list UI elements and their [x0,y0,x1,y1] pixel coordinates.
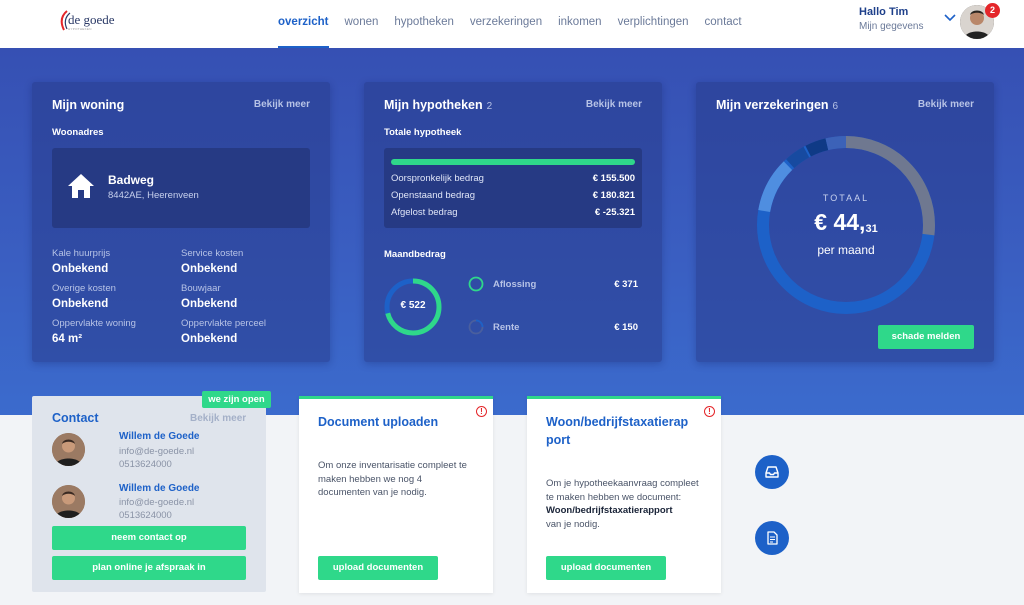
contact-person-name[interactable]: Willem de Goede [119,483,199,494]
verzekeringen-title: Mijn verzekeringen 6 [716,98,839,112]
nav-contact[interactable]: contact [697,0,750,48]
notification-badge[interactable]: 2 [985,3,1000,18]
nav-inkomen[interactable]: inkomen [550,0,609,48]
prop-label: Kale huurprijs [52,248,111,259]
user-greeting[interactable]: Hallo Tim [859,6,939,18]
prop-label: Overige kosten [52,283,116,294]
nav-verzekeringen[interactable]: verzekeringen [462,0,550,48]
prop-value: Onbekend [181,263,238,275]
contact-person-name[interactable]: Willem de Goede [119,431,199,442]
verzekeringen-more-link[interactable]: Bekijk meer [918,99,974,110]
logo-text: de goede [68,12,115,27]
prop-value: Onbekend [52,298,109,310]
legend-aflossing-value: € 371 [614,279,638,290]
main-nav: overzicht wonen hypotheken verzekeringen… [270,0,750,48]
taxatie-card: ! Woon/bedrijfstaxatierap port Om je hyp… [527,396,721,593]
address-street: Badweg [108,173,155,187]
top-navigation: de goede HYPOTHEKEN overzicht wonen hypo… [0,0,1024,48]
contact-person-email[interactable]: info@de-goede.nl [119,446,194,457]
mortgage-summary-box: Oorspronkelijk bedrag € 155.500 Openstaa… [384,148,642,228]
woning-card: Mijn woning Bekijk meer Woonadres Badweg… [32,82,330,362]
address-box: Badweg 8442AE, Heerenveen [52,148,310,228]
contact-more-link[interactable]: Bekijk meer [190,413,246,424]
mortgage-row-label: Afgelost bedrag [391,207,458,218]
total-period: per maand [817,243,875,257]
woning-title: Mijn woning [52,98,125,112]
prop-label: Oppervlakte perceel [181,318,267,329]
mortgage-row-value: € 180.821 [592,190,635,201]
prop-label: Oppervlakte woning [52,318,136,329]
my-details-link[interactable]: Mijn gegevens [859,21,939,32]
aflossing-ring-icon [468,276,484,292]
house-icon [68,174,94,198]
nav-verplichtingen[interactable]: verplichtingen [610,0,697,48]
total-cents: 31 [865,223,878,235]
hypotheken-title: Mijn hypotheken 2 [384,98,493,112]
upload-documents-button[interactable]: upload documenten [318,556,438,580]
contact-person-phone[interactable]: 0513624000 [119,510,172,521]
contact-title: Contact [52,411,99,425]
legend-aflossing-label: Aflossing [493,279,537,290]
avatar [52,433,85,466]
contact-card: Contact Bekijk meer Willem de Goede info… [32,396,266,592]
prop-label: Service kosten [181,248,244,259]
inbox-icon [765,466,779,478]
document-icon [767,531,778,545]
verzekeringen-count: 6 [832,101,839,112]
chevron-down-icon[interactable] [944,13,956,23]
address-city: 8442AE, Heerenveen [108,190,199,201]
legend-rente-label: Rente [493,322,520,333]
rente-ring-icon [468,319,484,335]
hypotheken-count: 2 [486,101,493,112]
inbox-button[interactable] [755,455,789,489]
mortgage-row-value: € 155.500 [592,173,635,184]
taxatie-description: Om je hypotheekaanvraag compleet te make… [546,478,699,530]
contact-us-button[interactable]: neem contact op [52,526,246,550]
mortgage-progress-bar [391,159,635,165]
mortgage-row-value: € -25.321 [594,207,635,218]
nav-hypotheken[interactable]: hypotheken [386,0,461,48]
monthly-total: € 522 [400,300,426,311]
prop-label: Bouwjaar [181,283,221,294]
prop-value: 64 m² [52,333,83,345]
plan-appointment-button[interactable]: plan online je afspraak in [52,556,246,580]
report-damage-button[interactable]: schade melden [878,325,974,349]
contact-person-email[interactable]: info@de-goede.nl [119,497,194,508]
prop-value: Onbekend [181,333,238,345]
monthly-label: Maandbedrag [384,249,446,260]
total-mortgage-label: Totale hypotheek [384,127,462,138]
contact-person-phone[interactable]: 0513624000 [119,459,172,470]
mortgage-row-label: Oorspronkelijk bedrag [391,173,484,184]
legend-rente-value: € 150 [614,322,638,333]
hypotheken-more-link[interactable]: Bekijk meer [586,99,642,110]
prop-value: Onbekend [52,263,109,275]
logo-subtext: HYPOTHEKEN [68,27,92,31]
hypotheken-card: Mijn hypotheken 2 Bekijk meer Totale hypo… [364,82,662,362]
upload-card: ! Document uploaden Om onze inventarisat… [299,396,493,593]
total-value: € 44,31 [814,209,878,235]
mortgage-row-label: Openstaand bedrag [391,190,475,201]
upload-description: Om onze inventarisatie compleet te maken… [318,460,467,498]
document-button[interactable] [755,521,789,555]
total-label: TOTAAL [822,193,870,203]
open-status-badge: we zijn open [202,391,271,408]
avatar [52,485,85,518]
verzekeringen-card: Mijn verzekeringen 6 Bekijk meer TOTAAL €… [696,82,994,362]
prop-value: Onbekend [181,298,238,310]
company-logo[interactable]: de goede HYPOTHEKEN [58,10,118,34]
nav-wonen[interactable]: wonen [337,0,387,48]
woning-more-link[interactable]: Bekijk meer [254,99,310,110]
taxatie-document-name: Woon/bedrijfstaxatierapport [546,505,673,516]
upload-title: Document uploaden [318,415,439,429]
address-label: Woonadres [52,127,104,138]
nav-overzicht[interactable]: overzicht [270,0,337,48]
upload-documents-button[interactable]: upload documenten [546,556,666,580]
taxatie-title: Woon/bedrijfstaxatierap port [546,415,689,447]
